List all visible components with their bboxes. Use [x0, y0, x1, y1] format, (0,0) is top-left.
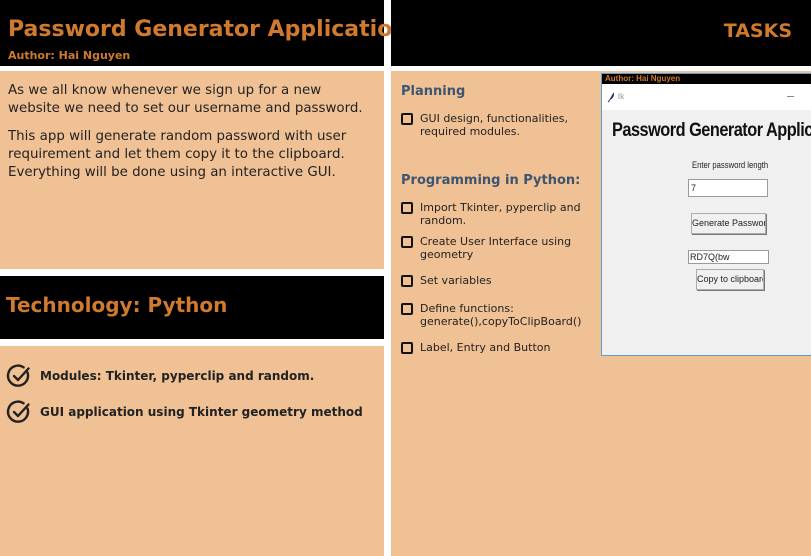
task-label: Import Tkinter, pyperclip and random. [420, 201, 581, 227]
minimize-icon[interactable] [787, 96, 794, 97]
task-item: Define functions: generate(),copyToClipB… [401, 302, 601, 328]
task-item: Set variables [401, 274, 601, 287]
task-checkbox[interactable] [401, 342, 413, 354]
app-screenshot: Author: Hai Nguyen tk Password Generator… [601, 73, 811, 356]
task-checkbox[interactable] [401, 113, 413, 125]
task-label: Label, Entry and Button [420, 341, 551, 354]
tk-titlebar: tk [602, 84, 811, 110]
copy-to-clipboard-button[interactable]: Copy to clipboard [696, 269, 764, 290]
technology-banner: Technology: Python [0, 276, 384, 339]
task-item: Create User Interface using geometry [401, 235, 601, 261]
task-label: Define functions: generate(),copyToClipB… [420, 302, 582, 328]
technology-item: Modules: Tkinter, pyperclip and random. [0, 358, 384, 394]
page-title: Password Generator Application [8, 17, 408, 42]
task-checkbox[interactable] [401, 202, 413, 214]
tasks-banner: TASKS [391, 0, 811, 66]
tk-heading: Password Generator Application [612, 120, 811, 141]
tk-window-title: tk [618, 92, 625, 101]
technology-item: GUI application using Tkinter geometry m… [0, 394, 384, 430]
programming-title: Programming in Python: [401, 173, 581, 188]
password-length-label: Enter password length [692, 160, 769, 170]
screenshot-author-bar: Author: Hai Nguyen [602, 74, 811, 84]
task-label: Set variables [420, 274, 492, 287]
check-circle-icon [6, 400, 30, 423]
intro-paragraph-2: This app will generate random password w… [8, 129, 347, 180]
task-item: Label, Entry and Button [401, 341, 601, 354]
technology-item-label: GUI application using Tkinter geometry m… [40, 405, 363, 419]
planning-title: Planning [401, 84, 466, 99]
task-label: GUI design, functionalities, required mo… [420, 112, 568, 138]
intro-panel: As we all know whenever we sign up for a… [0, 71, 384, 269]
task-label: Create User Interface using geometry [420, 235, 572, 261]
generate-password-button[interactable]: Generate Password [691, 213, 766, 234]
task-item: GUI design, functionalities, required mo… [401, 112, 601, 138]
tasks-title: TASKS [723, 20, 792, 42]
technology-item-label: Modules: Tkinter, pyperclip and random. [40, 369, 315, 383]
technology-list: Modules: Tkinter, pyperclip and random. … [0, 346, 384, 556]
check-circle-icon [6, 364, 30, 387]
feather-icon [607, 92, 614, 103]
password-length-input[interactable]: 7 [688, 179, 768, 197]
password-output-field[interactable]: RD7Q(bw [688, 250, 769, 264]
task-item: Import Tkinter, pyperclip and random. [401, 201, 601, 227]
technology-title: Technology: Python [6, 293, 228, 317]
title-banner: Password Generator Application Author: H… [0, 0, 408, 66]
tk-window: tk Password Generator Application Enter … [602, 84, 811, 355]
intro-paragraph-1: As we all know whenever we sign up for a… [8, 83, 363, 116]
task-checkbox[interactable] [401, 275, 413, 287]
author-label: Author: Hai Nguyen [8, 49, 131, 62]
task-checkbox[interactable] [401, 303, 413, 315]
task-checkbox[interactable] [401, 236, 413, 248]
